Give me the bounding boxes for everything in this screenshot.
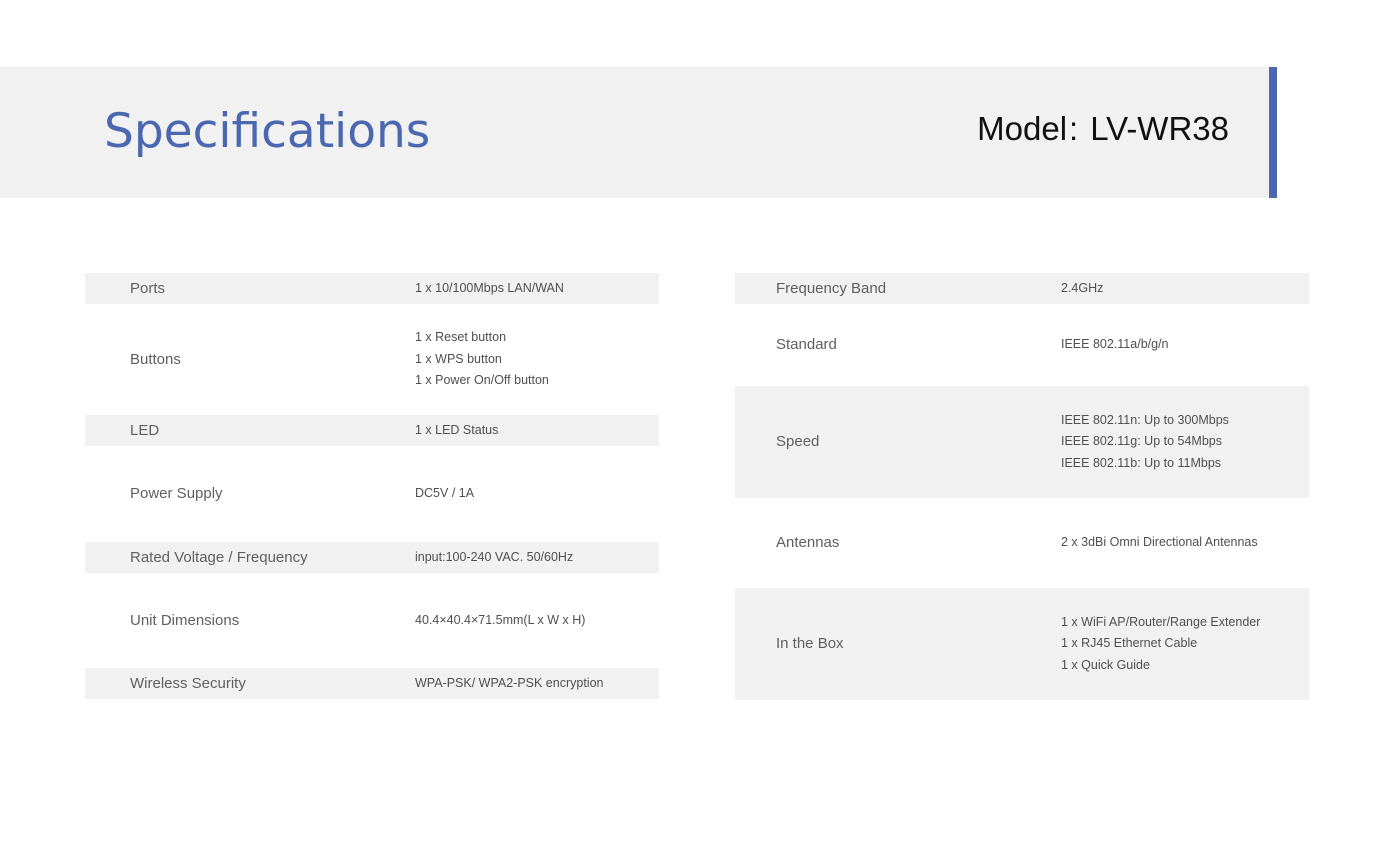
spec-value: input:100-240 VAC. 50/60Hz: [415, 547, 573, 569]
spec-label: Wireless Security: [130, 674, 246, 692]
spec-value: 1 x WiFi AP/Router/Range Extender 1 x RJ4…: [1061, 612, 1260, 677]
spec-value-line: 1 x WiFi AP/Router/Range Extender: [1061, 614, 1261, 629]
spec-value: 2 x 3dBi Omni Directional Antennas: [1061, 532, 1258, 554]
spec-label: Unit Dimensions: [130, 611, 240, 629]
spec-value: IEEE 802.11n: Up to 300Mbps IEEE 802.11g:…: [1061, 410, 1229, 475]
spec-value-line: 2 x 3dBi Omni Directional Antennas: [1061, 535, 1258, 550]
spec-label: Speed: [776, 433, 820, 450]
spec-value-line: 1 x Power On/Off button: [415, 373, 549, 388]
spec-row: [85, 273, 659, 304]
spec-value-line: IEEE 802.11a/b/g/n: [1061, 337, 1169, 352]
header-accent-bar: [1269, 67, 1277, 198]
spec-label: In the Box: [776, 635, 844, 652]
spec-value-line: 2.4GHz: [1061, 280, 1104, 295]
spec-label: Rated Voltage / Frequency: [130, 548, 308, 566]
spec-value-line: WPA-PSK/ WPA2-PSK encryption: [415, 675, 604, 690]
page-title: Specifications: [104, 104, 431, 159]
spec-value-line: DC5V / 1A: [415, 486, 475, 501]
spec-value: WPA-PSK/ WPA2-PSK encryption: [415, 673, 603, 695]
spec-value-line: IEEE 802.11g: Up to 54Mbps: [1061, 434, 1222, 449]
spec-label: Buttons: [130, 350, 181, 368]
spec-label: Frequency Band: [776, 279, 887, 297]
spec-value: 1 x LED Status: [415, 420, 498, 442]
spec-row: [85, 415, 659, 446]
spec-value-line: 1 x 10/100Mbps LAN/WAN: [415, 280, 564, 295]
spec-value: 40.4×40.4×71.5mm(L x W x H): [415, 610, 585, 632]
spec-value-line: 1 x WPS button: [415, 351, 502, 366]
spec-value-line: 1 x RJ45 Ethernet Cable: [1061, 636, 1198, 651]
spec-value: 2.4GHz: [1061, 278, 1103, 300]
spec-value-line: 1 x Reset button: [415, 330, 507, 345]
spec-value-line: IEEE 802.11b: Up to 11Mbps: [1061, 455, 1222, 470]
spec-label: Power Supply: [130, 485, 223, 502]
spec-value: IEEE 802.11a/b/g/n: [1061, 334, 1169, 356]
spec-label: Ports: [130, 279, 166, 297]
spec-label: Antennas: [776, 534, 840, 551]
spec-value-line: IEEE 802.11n: Up to 300Mbps: [1061, 412, 1229, 427]
spec-value-line: 1 x LED Status: [415, 422, 499, 437]
spec-value-line: input:100-240 VAC. 50/60Hz: [415, 549, 574, 564]
model-separator: :: [1069, 110, 1079, 147]
model-label: Model: [977, 110, 1068, 147]
spec-value: 1 x Reset button 1 x WPS button 1 x Power …: [415, 327, 549, 392]
spec-label: LED: [130, 421, 160, 439]
spec-label: Standard: [776, 336, 837, 353]
model-heading: Model: LV-WR38: [977, 109, 1229, 149]
spec-value: 1 x 10/100Mbps LAN/WAN: [415, 278, 564, 300]
model-value: LV-WR38: [1090, 110, 1229, 147]
spec-value: DC5V / 1A: [415, 483, 474, 505]
spec-value-line: 1 x Quick Guide: [1061, 657, 1150, 672]
spec-value-line: 40.4×40.4×71.5mm(L x W x H): [415, 612, 586, 627]
